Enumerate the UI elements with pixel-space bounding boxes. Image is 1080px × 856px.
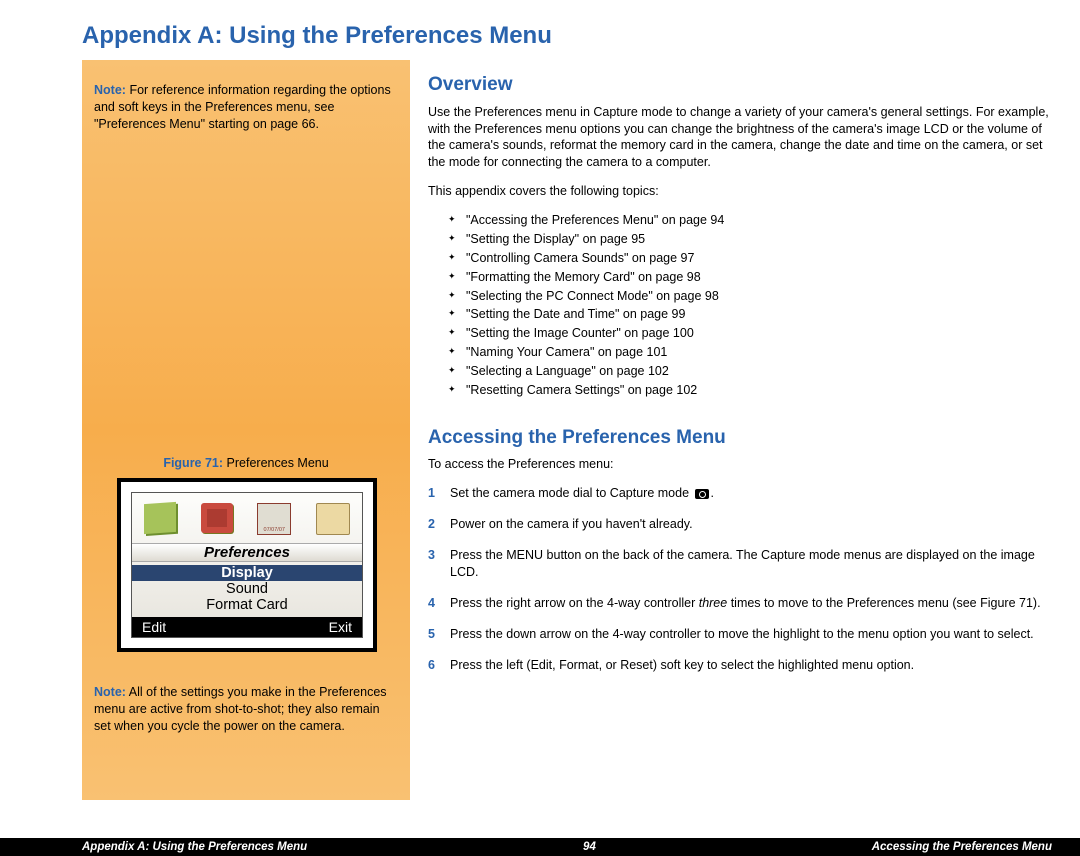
step-number: 1 bbox=[428, 485, 450, 502]
step-item: 2 Power on the camera if you haven't alr… bbox=[428, 516, 1054, 533]
menu-item-display: Display bbox=[132, 565, 362, 581]
topic-item: "Setting the Display" on page 95 bbox=[466, 231, 1054, 248]
step-number: 5 bbox=[428, 626, 450, 643]
step-number: 4 bbox=[428, 595, 450, 612]
topic-item: "Naming Your Camera" on page 101 bbox=[466, 344, 1054, 361]
step-item: 6 Press the left (Edit, Format, or Reset… bbox=[428, 657, 1054, 674]
step-text: Press the MENU button on the back of the… bbox=[450, 547, 1054, 581]
steps-list: 1 Set the camera mode dial to Capture mo… bbox=[428, 485, 1054, 673]
note-text: All of the settings you make in the Pref… bbox=[94, 685, 387, 733]
topic-item: "Setting the Date and Time" on page 99 bbox=[466, 306, 1054, 323]
step-item: 1 Set the camera mode dial to Capture mo… bbox=[428, 485, 1054, 502]
camera-icon bbox=[695, 489, 709, 499]
sidebar-note-2: Note: All of the settings you make in th… bbox=[94, 684, 398, 735]
main-column: Overview Use the Preferences menu in Cap… bbox=[428, 72, 1054, 687]
note-label: Note: bbox=[94, 83, 126, 97]
topic-item: "Selecting the PC Connect Mode" on page … bbox=[466, 288, 1054, 305]
page-footer: Appendix A: Using the Preferences Menu 9… bbox=[0, 838, 1080, 856]
sidebar-note-1: Note: For reference information regardin… bbox=[94, 82, 398, 133]
overview-heading: Overview bbox=[428, 72, 1054, 98]
notes-icon bbox=[144, 502, 176, 534]
menu-item-format: Format Card bbox=[132, 597, 362, 613]
content-area: Note: For reference information regardin… bbox=[82, 60, 1054, 800]
camera-lcd: Preferences Display Sound Format Card Ed… bbox=[131, 492, 363, 638]
apps-icon bbox=[201, 503, 233, 533]
menu-title: Preferences bbox=[132, 543, 362, 562]
step-text: Press the right arrow on the 4-way contr… bbox=[450, 595, 1054, 612]
overview-paragraph-1: Use the Preferences menu in Capture mode… bbox=[428, 104, 1054, 172]
softkey-right: Exit bbox=[329, 619, 352, 635]
step-text: Set the camera mode dial to Capture mode… bbox=[450, 485, 1054, 502]
date-stamp-icon bbox=[257, 503, 291, 535]
step-number: 3 bbox=[428, 547, 450, 581]
step-item: 4 Press the right arrow on the 4-way con… bbox=[428, 595, 1054, 612]
topic-item: "Selecting a Language" on page 102 bbox=[466, 363, 1054, 380]
topic-item: "Setting the Image Counter" on page 100 bbox=[466, 325, 1054, 342]
step-text: Press the down arrow on the 4-way contro… bbox=[450, 626, 1054, 643]
topic-item: "Accessing the Preferences Menu" on page… bbox=[466, 212, 1054, 229]
topic-item: "Formatting the Memory Card" on page 98 bbox=[466, 269, 1054, 286]
italic-word: three bbox=[699, 596, 728, 610]
note-label: Note: bbox=[94, 685, 126, 699]
topic-item: "Resetting Camera Settings" on page 102 bbox=[466, 382, 1054, 399]
figure-caption: Figure 71: Preferences Menu bbox=[94, 455, 398, 472]
page-title: Appendix A: Using the Preferences Menu bbox=[82, 22, 1080, 50]
menu-list: Display Sound Format Card bbox=[132, 565, 362, 613]
footer-page-number: 94 bbox=[583, 841, 596, 853]
step-number: 6 bbox=[428, 657, 450, 674]
folder-icon bbox=[316, 503, 350, 535]
note-text: For reference information regarding the … bbox=[94, 83, 391, 131]
accessing-heading: Accessing the Preferences Menu bbox=[428, 425, 1054, 451]
preferences-menu-figure: Preferences Display Sound Format Card Ed… bbox=[117, 478, 377, 652]
accessing-intro: To access the Preferences menu: bbox=[428, 456, 1054, 473]
step-item: 5 Press the down arrow on the 4-way cont… bbox=[428, 626, 1054, 643]
step-number: 2 bbox=[428, 516, 450, 533]
softkey-row: Edit Exit bbox=[132, 617, 362, 637]
menu-item-sound: Sound bbox=[132, 581, 362, 597]
softkey-left: Edit bbox=[142, 619, 166, 635]
topic-item: "Controlling Camera Sounds" on page 97 bbox=[466, 250, 1054, 267]
figure-caption-text: Preferences Menu bbox=[227, 456, 329, 470]
figure-label: Figure 71: bbox=[163, 456, 223, 470]
menu-icon-row bbox=[132, 503, 362, 535]
footer-left: Appendix A: Using the Preferences Menu bbox=[82, 841, 307, 853]
step-text: Press the left (Edit, Format, or Reset) … bbox=[450, 657, 1054, 674]
step-item: 3 Press the MENU button on the back of t… bbox=[428, 547, 1054, 581]
step-text: Power on the camera if you haven't alrea… bbox=[450, 516, 1054, 533]
overview-paragraph-2: This appendix covers the following topic… bbox=[428, 183, 1054, 200]
topics-list: "Accessing the Preferences Menu" on page… bbox=[428, 212, 1054, 399]
footer-right: Accessing the Preferences Menu bbox=[872, 841, 1052, 853]
